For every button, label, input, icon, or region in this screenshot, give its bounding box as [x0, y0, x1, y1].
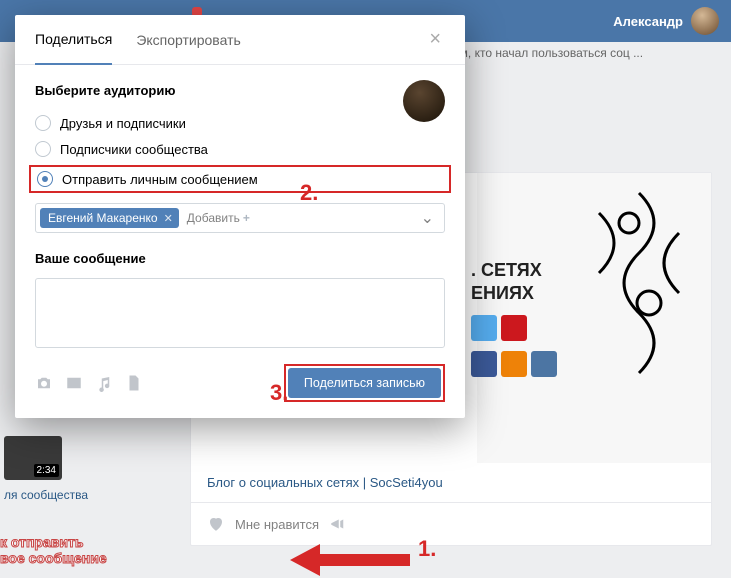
sidebar-area: 2:34 ля сообщества к отправить вое сообщ… — [0, 432, 160, 566]
social-icons-row — [471, 315, 557, 341]
video-thumb[interactable]: 2:34 — [4, 436, 62, 480]
facebook-icon — [471, 351, 497, 377]
share-modal: Поделиться Экспортировать × Выберите ауд… — [15, 15, 465, 418]
card-title[interactable]: Блог о социальных сетях | SocSeti4you — [191, 463, 711, 503]
message-textarea[interactable] — [35, 278, 445, 348]
message-label: Ваше сообщение — [35, 251, 445, 266]
card-headline-2: ЕНИЯХ — [471, 282, 557, 305]
attach-row: Поделиться записью — [35, 364, 445, 402]
recipient-chip-label: Евгений Макаренко — [48, 211, 158, 225]
radio-icon — [35, 115, 51, 131]
add-recipient[interactable]: Добавить + — [183, 208, 254, 228]
modal-body: Выберите аудиторию Друзья и подписчики П… — [15, 65, 465, 418]
tab-export[interactable]: Экспортировать — [136, 16, 240, 64]
chevron-down-icon[interactable]: ⌄ — [421, 208, 440, 228]
radio-dm[interactable]: Отправить личным сообщением — [37, 169, 443, 189]
video-icon[interactable] — [65, 374, 83, 392]
youtube-icon — [501, 315, 527, 341]
radio-friends[interactable]: Друзья и подписчики — [35, 110, 403, 136]
document-icon[interactable] — [125, 374, 143, 392]
author-avatar[interactable] — [403, 80, 445, 122]
radio-community-label: Подписчики сообщества — [60, 142, 208, 157]
radio-icon-selected — [37, 171, 53, 187]
radio-dm-label: Отправить личным сообщением — [62, 172, 258, 187]
like-label[interactable]: Мне нравится — [235, 517, 319, 532]
audience-label: Выберите аудиторию — [35, 83, 445, 98]
recipient-chip[interactable]: Евгений Макаренко ✕ — [40, 208, 179, 228]
ornament-decoration — [579, 183, 699, 403]
card-headline-1: . СЕТЯХ — [471, 259, 557, 282]
card-actions: Мне нравится — [191, 503, 711, 545]
music-icon[interactable] — [95, 374, 113, 392]
sidebar-link[interactable]: ля сообщества — [0, 484, 160, 506]
annotation-3: 3. — [270, 380, 288, 406]
header-avatar[interactable] — [691, 7, 719, 35]
recipients-input[interactable]: Евгений Макаренко ✕ Добавить + ⌄ — [35, 203, 445, 233]
add-label: Добавить — [187, 211, 240, 225]
twitter-icon — [471, 315, 497, 341]
heart-icon[interactable] — [207, 515, 225, 533]
close-icon[interactable]: × — [425, 24, 445, 55]
chip-remove-icon[interactable]: ✕ — [164, 212, 173, 225]
outline-text-2: вое сообщение — [0, 550, 160, 566]
tab-share[interactable]: Поделиться — [35, 15, 112, 65]
annotation-1: 1. — [418, 536, 436, 562]
ok-icon — [501, 351, 527, 377]
highlight-box-2: Отправить личным сообщением — [29, 165, 451, 193]
social-icons-row-2 — [471, 351, 557, 377]
share-submit-button[interactable]: Поделиться записью — [288, 368, 441, 398]
modal-tabs: Поделиться Экспортировать × — [15, 15, 465, 65]
radio-community[interactable]: Подписчики сообщества — [35, 136, 445, 162]
vk-icon — [531, 351, 557, 377]
highlight-box-3: Поделиться записью — [284, 364, 445, 402]
megaphone-icon[interactable] — [329, 515, 347, 533]
feed-text-snippet: ем, кто начал пользоваться соц ... — [445, 42, 721, 64]
red-arrow-icon — [290, 542, 410, 578]
radio-icon — [35, 141, 51, 157]
video-duration: 2:34 — [34, 464, 59, 477]
camera-icon[interactable] — [35, 374, 53, 392]
header-username[interactable]: Александр — [613, 14, 683, 29]
annotation-2: 2. — [300, 180, 318, 206]
outline-text-1: к отправить — [0, 534, 160, 550]
plus-icon: + — [243, 211, 250, 225]
radio-friends-label: Друзья и подписчики — [60, 116, 186, 131]
